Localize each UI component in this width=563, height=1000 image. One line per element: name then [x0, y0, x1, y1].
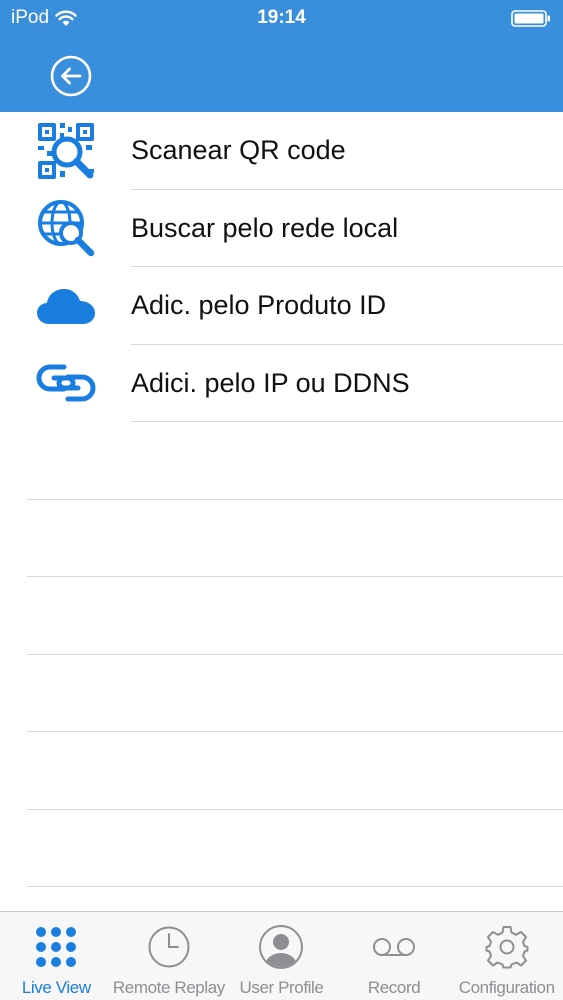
status-time: 19:14: [257, 7, 306, 28]
battery-icon: [511, 10, 551, 27]
qr-scan-icon: [36, 121, 96, 181]
add-device-menu: Scanear QR code Buscar pelo rede local A…: [0, 112, 563, 422]
wifi-icon: [55, 10, 77, 27]
tab-label: Live View: [21, 978, 91, 997]
tab-label: Record: [367, 978, 421, 997]
menu-item-scan-qr[interactable]: Scanear QR code: [0, 112, 563, 190]
status-bar: iPod 19:14: [0, 0, 563, 38]
link-icon: [36, 353, 96, 413]
tab-label: User Profile: [239, 978, 324, 997]
empty-row: [27, 655, 563, 732]
empty-list-area: [0, 422, 563, 887]
user-icon: [258, 924, 304, 970]
menu-item-label: Scanear QR code: [131, 135, 346, 165]
back-arrow-icon: [50, 55, 92, 97]
carrier: iPod: [11, 7, 77, 29]
empty-row: [27, 732, 563, 810]
empty-row: [27, 810, 563, 887]
menu-item-label: Adici. pelo IP ou DDNS: [131, 367, 410, 398]
tab-label: Remote Replay: [112, 978, 225, 997]
clock-icon: [146, 924, 192, 970]
empty-row: [27, 500, 563, 577]
carrier-label: iPod: [11, 7, 50, 28]
tab-label: Configuration: [458, 978, 555, 997]
header-bar: iPod 19:14: [0, 0, 563, 112]
tab-configuration[interactable]: Configuration: [450, 912, 563, 1000]
empty-row: [27, 577, 563, 655]
back-button[interactable]: [49, 54, 93, 98]
voicemail-icon: [371, 924, 417, 970]
menu-item-add-by-ip-ddns[interactable]: Adici. pelo IP ou DDNS: [0, 345, 563, 422]
menu-item-search-local-network[interactable]: Buscar pelo rede local: [0, 190, 563, 267]
grid-dots-icon: [33, 924, 79, 970]
globe-search-icon: [36, 198, 96, 258]
tab-user-profile[interactable]: User Profile: [225, 912, 338, 1000]
empty-row: [27, 422, 563, 500]
tab-remote-replay[interactable]: Remote Replay: [113, 912, 225, 1000]
cloud-icon: [36, 276, 96, 336]
menu-item-label: Buscar pelo rede local: [131, 212, 399, 243]
menu-item-add-by-product-id[interactable]: Adic. pelo Produto ID: [0, 267, 563, 345]
gear-icon: [484, 924, 530, 970]
menu-item-label: Adic. pelo Produto ID: [131, 290, 387, 320]
tab-live-view[interactable]: Live View: [0, 912, 113, 1000]
tab-bar: Live View Remote Replay User Profile Rec…: [0, 911, 563, 1000]
tab-record[interactable]: Record: [338, 912, 451, 1000]
